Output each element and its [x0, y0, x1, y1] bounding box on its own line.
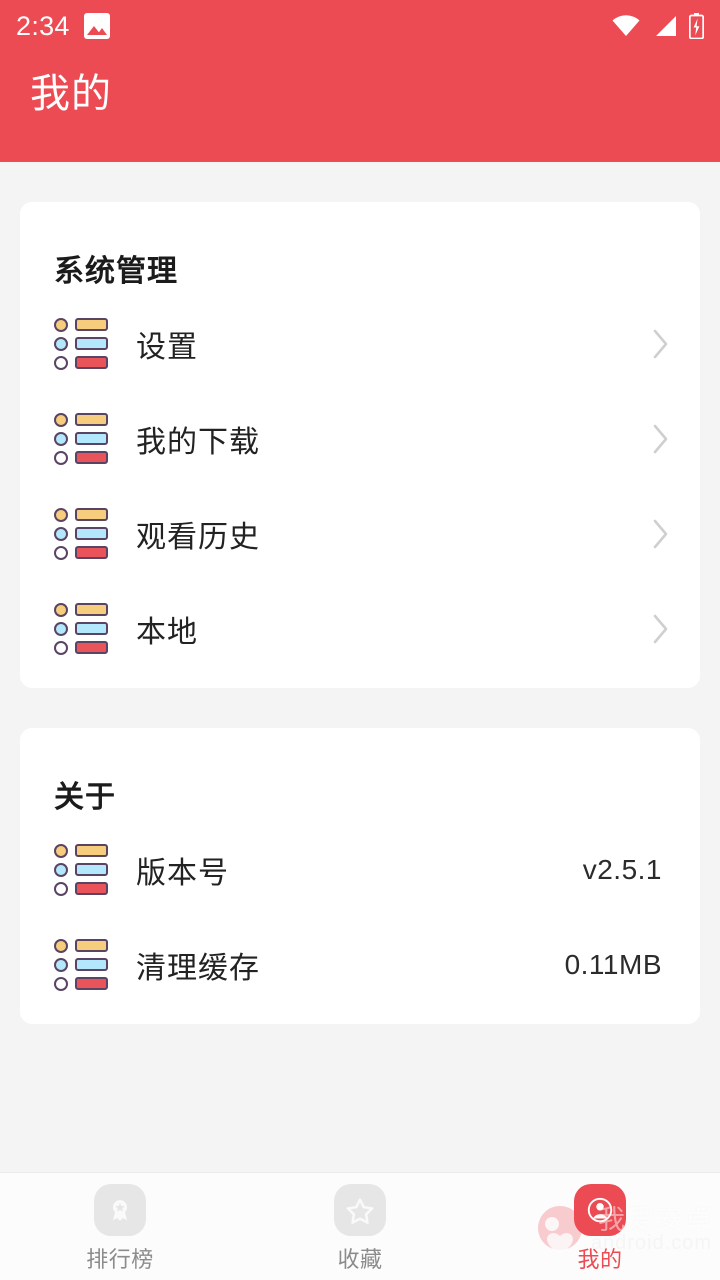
cellular-signal-icon	[652, 15, 678, 37]
content-area: 系统管理 设置 我的下载 观看历史 本地 关于 版本号 v2.5.1 清理缓存 …	[0, 162, 720, 1172]
section-title: 关于	[54, 781, 116, 814]
tab-label: 排行榜	[86, 1246, 154, 1272]
row-label: 版本号	[136, 856, 229, 890]
row-label: 我的下载	[136, 425, 260, 459]
row-label: 设置	[136, 330, 198, 364]
tab-label: 收藏	[337, 1246, 383, 1272]
star-icon	[334, 1183, 386, 1236]
row-settings[interactable]: 设置	[20, 296, 700, 391]
person-icon	[574, 1183, 626, 1236]
card-system-management: 系统管理 设置 我的下载 观看历史 本地	[20, 202, 700, 688]
status-bar-left: 2:34	[16, 11, 110, 42]
page-title: 我的	[30, 72, 112, 116]
battery-charging-icon	[688, 13, 705, 40]
medal-icon	[94, 1183, 146, 1236]
section-title: 系统管理	[54, 255, 178, 288]
bottom-tab-bar: 排行榜 收藏 我的 我爱安卓 android.com	[0, 1172, 720, 1280]
list-icon	[54, 317, 110, 370]
list-icon	[54, 602, 110, 655]
list-icon	[54, 507, 110, 560]
list-icon	[54, 412, 110, 465]
app-screen: 2:34 我的 系统管理 设置 我的下载 观看历史 本地 关于 版本号 v2.5…	[0, 0, 720, 1280]
chevron-right-icon	[652, 328, 670, 360]
tab-favorites[interactable]: 收藏	[240, 1173, 480, 1280]
status-bar: 2:34	[0, 0, 720, 52]
tab-mine[interactable]: 我的	[480, 1173, 720, 1280]
tab-label: 我的	[577, 1246, 623, 1272]
chevron-right-icon	[652, 423, 670, 455]
row-value: v2.5.1	[582, 853, 662, 885]
row-label: 清理缓存	[136, 951, 260, 985]
row-my-downloads[interactable]: 我的下载	[20, 391, 700, 486]
row-watch-history[interactable]: 观看历史	[20, 486, 700, 581]
row-version[interactable]: 版本号 v2.5.1	[20, 822, 700, 917]
list-icon	[54, 843, 110, 896]
app-header: 2:34 我的	[0, 0, 720, 162]
status-time: 2:34	[16, 10, 70, 41]
wifi-icon	[611, 15, 641, 37]
row-local[interactable]: 本地	[20, 581, 700, 676]
chevron-right-icon	[652, 518, 670, 550]
card-about: 关于 版本号 v2.5.1 清理缓存 0.11MB	[20, 728, 700, 1024]
row-label: 本地	[136, 615, 198, 649]
row-label: 观看历史	[136, 520, 260, 554]
row-value: 0.11MB	[564, 948, 662, 980]
row-clear-cache[interactable]: 清理缓存 0.11MB	[20, 917, 700, 1012]
photo-icon	[83, 13, 110, 39]
list-icon	[54, 938, 110, 991]
chevron-right-icon	[652, 613, 670, 645]
status-bar-right	[611, 13, 705, 40]
tab-ranking[interactable]: 排行榜	[0, 1173, 240, 1280]
